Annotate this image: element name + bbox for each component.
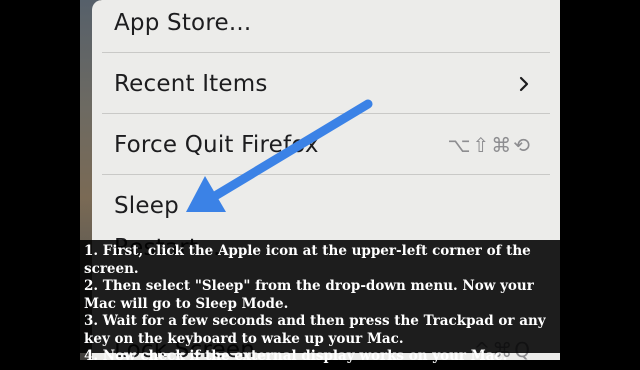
left-letterbox bbox=[0, 0, 80, 360]
menu-item-label: Force Quit Firefox bbox=[114, 132, 319, 158]
menu-item-recent-items[interactable]: Recent Items bbox=[114, 64, 538, 104]
menu-item-label: Recent Items bbox=[114, 71, 268, 97]
menu-item-label: Sleep bbox=[114, 193, 179, 219]
caption-step-3: 3. Wait for a few seconds and then press… bbox=[84, 313, 546, 347]
chevron-right-icon bbox=[519, 76, 529, 92]
menu-item-app-store[interactable]: App Store... bbox=[114, 3, 538, 43]
menu-item-force-quit[interactable]: Force Quit Firefox ⌥⇧⌘⟲ bbox=[114, 125, 538, 165]
right-letterbox bbox=[560, 0, 640, 360]
menu-separator bbox=[102, 113, 550, 114]
menu-item-sleep[interactable]: Sleep bbox=[114, 186, 538, 226]
menu-item-label: App Store... bbox=[114, 10, 252, 36]
menu-separator bbox=[102, 174, 550, 175]
instruction-caption: 1. First, click the Apple icon at the up… bbox=[80, 240, 560, 364]
keyboard-shortcut: ⌥⇧⌘⟲ bbox=[447, 133, 532, 157]
caption-step-2: 2. Then select "Sleep" from the drop-dow… bbox=[84, 278, 534, 312]
menu-separator bbox=[102, 52, 550, 53]
caption-step-1: 1. First, click the Apple icon at the up… bbox=[84, 243, 531, 277]
caption-step-4: 4. Now check if the external display wor… bbox=[84, 348, 508, 364]
